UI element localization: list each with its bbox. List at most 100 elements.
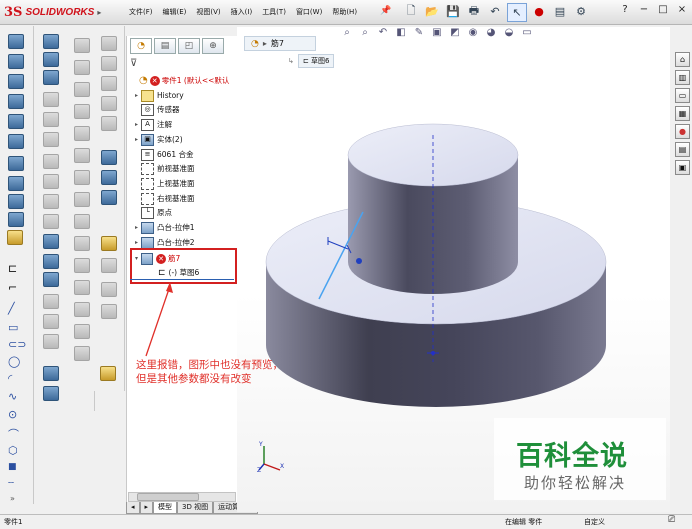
customize-icon[interactable] (101, 258, 117, 273)
knit-surface-icon[interactable] (74, 214, 90, 229)
delete-body-icon[interactable] (43, 272, 59, 287)
appearances-icon[interactable]: ● (675, 124, 690, 139)
rib-icon[interactable] (8, 156, 24, 171)
expander-icon[interactable]: ▸ (132, 136, 141, 143)
slot-tool-icon[interactable]: ⊂⊃ (8, 338, 26, 351)
tab-feature-manager[interactable]: ◔ (130, 38, 152, 54)
design-table-icon[interactable] (101, 170, 117, 185)
intersect-icon[interactable] (43, 234, 59, 249)
move-body-icon[interactable] (43, 254, 59, 269)
loft-icon[interactable] (8, 94, 24, 109)
forum-icon[interactable]: ▣ (675, 160, 690, 175)
design-library-icon[interactable]: ▥ (675, 70, 690, 85)
tree-item-5[interactable]: ≡ 6061 合金 (132, 148, 193, 161)
open-folder-icon[interactable]: 📂 (423, 3, 441, 20)
menu-file[interactable]: 文件(F) (124, 5, 158, 19)
tree-item-4[interactable]: ▸ ▣ 实体(2) (132, 133, 183, 146)
menu-edit[interactable]: 编辑(E) (158, 5, 192, 19)
lofted-surface-icon[interactable] (74, 104, 90, 119)
offset-surface-icon[interactable] (74, 170, 90, 185)
mold-tools-icon[interactable] (43, 334, 59, 349)
circle-tool-icon[interactable]: ◯ (8, 355, 22, 368)
tree-item-9[interactable]: └ 原点 (132, 206, 172, 219)
tree-item-2[interactable]: ◎ 传感器 (132, 103, 180, 116)
select-arrow-icon[interactable]: ↖ (507, 3, 527, 22)
linear-pattern-icon[interactable] (43, 92, 59, 107)
boss-cylinder-top-face[interactable] (347, 123, 519, 187)
options-gear-icon[interactable]: ⚙ (572, 3, 590, 20)
feature-works-icon[interactable] (101, 304, 117, 319)
dimension-icon[interactable] (7, 230, 23, 245)
minimize-button[interactable]: − (637, 4, 651, 18)
cut-extrude-icon[interactable] (43, 34, 59, 49)
circular-pattern-icon[interactable] (43, 112, 59, 127)
fill-surface-icon[interactable] (74, 148, 90, 163)
tab-nav-left-icon[interactable]: ◂ (126, 502, 140, 514)
instant3d-icon[interactable] (43, 366, 59, 381)
extruded-surface-icon[interactable] (74, 38, 90, 53)
revolve-boss-icon[interactable] (8, 54, 24, 69)
fillet-icon[interactable] (8, 114, 24, 129)
rebuild-traffic-light-icon[interactable]: ● (530, 3, 548, 20)
more-tools-chevron-icon[interactable]: » (10, 494, 24, 507)
tree-filter-icon[interactable]: ⊽ (130, 58, 137, 69)
shell-icon[interactable] (8, 176, 24, 191)
expander-icon[interactable]: ▸ (132, 224, 141, 231)
equations-icon[interactable] (101, 150, 117, 165)
menu-view[interactable]: 视图(V) (191, 5, 225, 19)
status-units[interactable]: 自定义 (584, 517, 605, 527)
spline-tool-icon[interactable]: ∿ (8, 390, 22, 403)
tab-configuration-manager[interactable]: ◰ (178, 38, 200, 54)
draft-icon[interactable] (8, 194, 24, 209)
undo-icon[interactable]: ↶ (486, 3, 504, 20)
combine-icon[interactable] (43, 214, 59, 229)
extend-surface-icon[interactable] (74, 258, 90, 273)
centerline-tool-icon[interactable]: ┄ (8, 478, 22, 491)
menu-tools[interactable]: 工具(T) (257, 5, 291, 19)
expander-icon[interactable]: ▸ (132, 121, 141, 128)
polygon-tool-icon[interactable]: ⬡ (8, 444, 22, 457)
print-icon[interactable]: 🖶 (465, 3, 483, 20)
reference-geometry-icon[interactable] (43, 174, 59, 189)
geometry-analysis-icon[interactable] (101, 116, 117, 131)
new-document-icon[interactable]: 🗋 (402, 3, 420, 20)
solidworks-logo[interactable]: 3S SOLIDWORKS ▸ (4, 4, 101, 20)
tab-dimxpert-manager[interactable]: ⊕ (202, 38, 224, 54)
file-explorer-icon[interactable]: ▭ (675, 88, 690, 103)
extrude-boss-icon[interactable] (8, 34, 24, 49)
mirror-icon[interactable] (43, 132, 59, 147)
tree-item-rib-error[interactable]: ▾ ✕ 筋7 (132, 252, 180, 265)
rectangle-tool-icon[interactable]: ▭ (8, 321, 22, 334)
tree-item-sketch[interactable]: ⊏ (-) 草图6 (158, 266, 199, 279)
weldments-icon[interactable] (43, 314, 59, 329)
measure-icon[interactable] (101, 36, 117, 51)
tree-item-8[interactable]: 右视基准面 (132, 192, 195, 205)
revolved-surface-icon[interactable] (74, 60, 90, 75)
tree-item-7[interactable]: 上视基准面 (132, 177, 195, 190)
menu-insert[interactable]: 插入(I) (226, 5, 258, 19)
boundary-surface-icon[interactable] (74, 126, 90, 141)
sweep-icon[interactable] (8, 74, 24, 89)
hole-wizard-icon[interactable] (43, 70, 59, 85)
ruled-surface-icon[interactable] (74, 192, 90, 207)
pin-icon[interactable]: 📌 (380, 6, 391, 16)
delete-face-icon[interactable] (74, 302, 90, 317)
maximize-button[interactable]: □ (656, 4, 670, 18)
point-tool-icon[interactable]: ■ (8, 462, 22, 475)
tab-3d-views[interactable]: 3D 视图 (177, 502, 214, 514)
scrollbar-thumb[interactable] (137, 493, 199, 501)
expander-icon[interactable]: ▸ (132, 239, 141, 246)
sketch-icon[interactable]: ⊏ (8, 262, 22, 275)
tree-item-1[interactable]: ▸ History (132, 89, 184, 102)
file-properties-icon[interactable]: ▤ (551, 3, 569, 20)
tree-item-3[interactable]: ▸ A 注解 (132, 118, 172, 131)
menu-help[interactable]: 帮助(H) (327, 5, 362, 19)
mass-properties-icon[interactable] (101, 56, 117, 71)
macro-icon[interactable] (101, 236, 117, 251)
ellipse-tool-icon[interactable]: ⊙ (8, 408, 22, 421)
solidworks-resources-icon[interactable]: ⌂ (675, 52, 690, 67)
close-button[interactable]: × (675, 4, 689, 18)
thicken-icon[interactable] (74, 280, 90, 295)
arc-tool-icon[interactable]: ◜ (8, 372, 22, 385)
untrim-surface-icon[interactable] (74, 346, 90, 361)
